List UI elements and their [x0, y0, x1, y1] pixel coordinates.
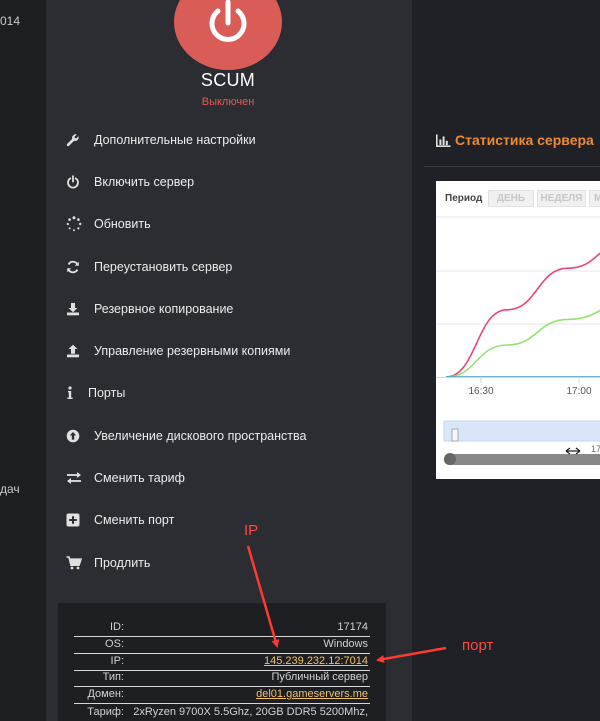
wrench-icon [66, 133, 88, 147]
period-button-day[interactable]: ДЕНЬ [488, 190, 534, 207]
menu-item-start-server[interactable]: Включить сервер [66, 162, 194, 202]
info-value-os: Windows [323, 638, 368, 650]
info-row-tariff: Тариф: 2xRyzen 9700X 5.5Ghz, 20GB DDR5 5… [74, 705, 370, 721]
menu-item-reinstall-server[interactable]: Переустановить сервер [66, 247, 232, 287]
port-annotation-label: порт [462, 637, 494, 654]
exchange-icon [66, 471, 88, 485]
cart-icon [66, 556, 88, 570]
info-label-id: ID: [109, 621, 124, 633]
domain-link[interactable]: del01.gameservers.me [256, 688, 368, 700]
power-icon [66, 175, 88, 189]
server-stats-heading: Статистика сервера [436, 132, 594, 148]
sidebar-fragment-top[interactable]: 014 [0, 14, 20, 28]
server-status: Выключен [201, 96, 255, 108]
refresh-icon [66, 260, 88, 274]
info-label-ip: IP: [110, 655, 124, 667]
server-stats-title: Статистика сервера [455, 132, 594, 148]
navigator-selection [443, 420, 600, 442]
navigator-scrollbar-thumb [444, 453, 456, 465]
plus-square-icon [66, 513, 88, 527]
menu-item-label: Продлить [94, 556, 151, 570]
menu-item-ports[interactable]: Порты [66, 373, 125, 413]
info-row-ip: IP: 145.239.232.12:7014 [74, 654, 370, 671]
menu-item-manage-backups[interactable]: Управление резервными копиями [66, 331, 290, 371]
menu-item-label: Порты [88, 386, 126, 400]
menu-item-label: Резервное копирование [94, 302, 234, 316]
menu-item-label: Обновить [94, 217, 151, 231]
x-tick-label: 17:00 [566, 386, 591, 397]
ip-annotation-label: IP [244, 522, 259, 539]
resize-cursor [565, 447, 581, 455]
menu-item-label: Сменить тариф [94, 471, 185, 485]
stats-chart-card: 16:30 17:00 17 Период ДЕНЬ НЕДЕЛЯ М [436, 181, 600, 479]
menu-item-change-port[interactable]: Сменить порт [66, 500, 174, 540]
period-button-month[interactable]: М [589, 190, 600, 207]
menu-item-update[interactable]: Обновить [66, 204, 151, 244]
menu-item-change-tariff[interactable]: Сменить тариф [66, 458, 185, 498]
info-row-type: Тип: Публичный сервер [74, 670, 370, 687]
stats-chart: 16:30 17:00 17 [436, 216, 600, 465]
info-value-id: 17174 [337, 621, 368, 633]
info-label-os: OS: [105, 638, 124, 650]
menu-item-increase-disk-space[interactable]: Увеличение дискового пространства [66, 416, 306, 456]
spinner-icon [66, 216, 88, 232]
info-row-id: ID: 17174 [74, 620, 370, 637]
info-icon [66, 386, 82, 400]
server-name: SCUM [200, 70, 256, 90]
menu-item-additional-settings[interactable]: Дополнительные настройки [66, 120, 256, 160]
bar-chart-icon [436, 134, 451, 147]
series-line [445, 252, 600, 378]
server-info-table: ID: 17174 OS: Windows IP: 145.239.232.12… [58, 603, 386, 721]
menu-item-label: Переустановить сервер [94, 260, 233, 274]
info-value-tariff: 2xRyzen 9700X 5.5Ghz, 20GB DDR5 5200Mhz, [133, 706, 368, 718]
menu-item-label: Включить сервер [94, 175, 195, 189]
menu-item-backup[interactable]: Резервное копирование [66, 289, 233, 329]
menu-item-label: Дополнительные настройки [94, 133, 256, 147]
info-value-type: Публичный сервер [271, 671, 368, 683]
upload-icon [66, 344, 88, 358]
period-label: Период [445, 193, 483, 204]
menu-item-renew[interactable]: Продлить [66, 543, 150, 583]
info-row-domain: Домен: del01.gameservers.me [74, 687, 370, 704]
download-icon [66, 302, 88, 316]
stats-divider [424, 166, 600, 167]
menu-item-label: Увеличение дискового пространства [94, 429, 307, 443]
ip-address-link[interactable]: 145.239.232.12:7014 [264, 655, 368, 667]
menu-item-label: Сменить порт [94, 513, 175, 527]
info-label-domain: Домен: [87, 688, 124, 700]
x-tick-label: 16:30 [468, 386, 493, 397]
info-label-type: Тип: [102, 671, 124, 683]
series-line [445, 309, 600, 378]
sidebar-fragment-middle[interactable]: дач [0, 482, 20, 496]
info-row-os: OS: Windows [74, 637, 370, 654]
left-sidebar-strip: 014 дач [0, 0, 46, 721]
power-icon [209, 0, 247, 42]
arrow-up-circle-icon [66, 429, 88, 443]
period-button-week[interactable]: НЕДЕЛЯ [537, 190, 586, 207]
navigator-scrollbar [444, 454, 600, 465]
navigator-handle [451, 428, 459, 442]
info-label-tariff: Тариф: [87, 706, 124, 718]
navigator-tick-label: 17 [591, 444, 600, 454]
menu-item-label: Управление резервными копиями [94, 344, 291, 358]
